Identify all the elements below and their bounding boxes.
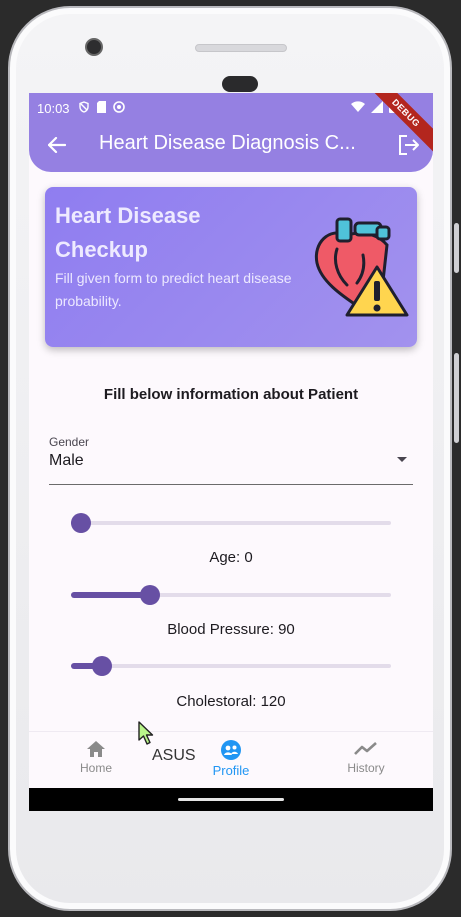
earpiece bbox=[222, 76, 258, 92]
nav-history-label: History bbox=[347, 761, 385, 775]
mouse-cursor-icon bbox=[138, 721, 154, 745]
signal-icon bbox=[371, 100, 383, 116]
gender-label: Gender bbox=[49, 435, 90, 449]
slider-track bbox=[71, 664, 391, 668]
nav-profile[interactable]: Profile bbox=[186, 740, 276, 778]
slider-thumb[interactable] bbox=[140, 585, 160, 605]
status-time: 10:03 bbox=[37, 100, 70, 116]
sd-card-icon bbox=[96, 100, 107, 116]
back-arrow-icon[interactable] bbox=[43, 131, 71, 159]
home-icon bbox=[87, 741, 105, 757]
app-bar: 10:03 DEBUG Heart Disease Diagnosis C... bbox=[29, 93, 433, 172]
slider-active-track bbox=[71, 592, 150, 598]
age-label: Age: 0 bbox=[209, 549, 253, 566]
nav-home-label: Home bbox=[79, 761, 112, 775]
slider-track bbox=[71, 521, 391, 525]
blood-pressure-label: Blood Pressure: 90 bbox=[167, 621, 295, 638]
front-camera bbox=[85, 38, 103, 56]
overlay-asus-text: ASUS bbox=[152, 747, 196, 764]
notification-icon bbox=[112, 100, 125, 116]
checkup-banner: Heart Disease Checkup Fill given form to… bbox=[45, 187, 417, 347]
slider-thumb[interactable] bbox=[71, 513, 91, 533]
app-title: Heart Disease Diagnosis C... bbox=[99, 132, 356, 154]
dropdown-arrow-icon[interactable] bbox=[397, 457, 407, 462]
banner-subtitle: Fill given form to predict heart disease… bbox=[55, 270, 292, 309]
bottom-navigation: Home Profile History bbox=[29, 731, 433, 788]
nav-home[interactable]: Home bbox=[51, 740, 141, 775]
system-navigation-bar bbox=[29, 788, 433, 811]
logout-icon[interactable] bbox=[395, 131, 423, 159]
slider-thumb[interactable] bbox=[92, 656, 112, 676]
home-gesture-pill[interactable] bbox=[178, 798, 284, 801]
form-heading: Fill below information about Patient bbox=[103, 386, 359, 403]
nav-profile-label: Profile bbox=[212, 763, 250, 778]
status-bar: 10:03 bbox=[37, 98, 425, 118]
banner-title: Heart Disease Checkup bbox=[55, 203, 201, 262]
volume-button bbox=[454, 223, 459, 273]
heart-warning-illustration bbox=[307, 215, 411, 319]
profile-icon bbox=[221, 740, 241, 760]
gender-dropdown[interactable]: Gender Male bbox=[49, 433, 413, 485]
wifi-icon bbox=[351, 100, 365, 116]
age-slider[interactable] bbox=[71, 511, 391, 535]
sensor-slit bbox=[195, 44, 287, 52]
cholesterol-slider[interactable] bbox=[71, 654, 391, 678]
power-button bbox=[454, 353, 459, 443]
nav-history[interactable]: History bbox=[321, 740, 411, 775]
shield-icon bbox=[78, 100, 90, 116]
gender-value: Male bbox=[49, 452, 84, 469]
cholesterol-label: Cholestoral: 120 bbox=[176, 693, 286, 710]
app-screen: 10:03 DEBUG Heart Disease Diagnosis C...… bbox=[29, 93, 433, 811]
blood-pressure-slider[interactable] bbox=[71, 583, 391, 607]
history-icon bbox=[354, 742, 377, 755]
